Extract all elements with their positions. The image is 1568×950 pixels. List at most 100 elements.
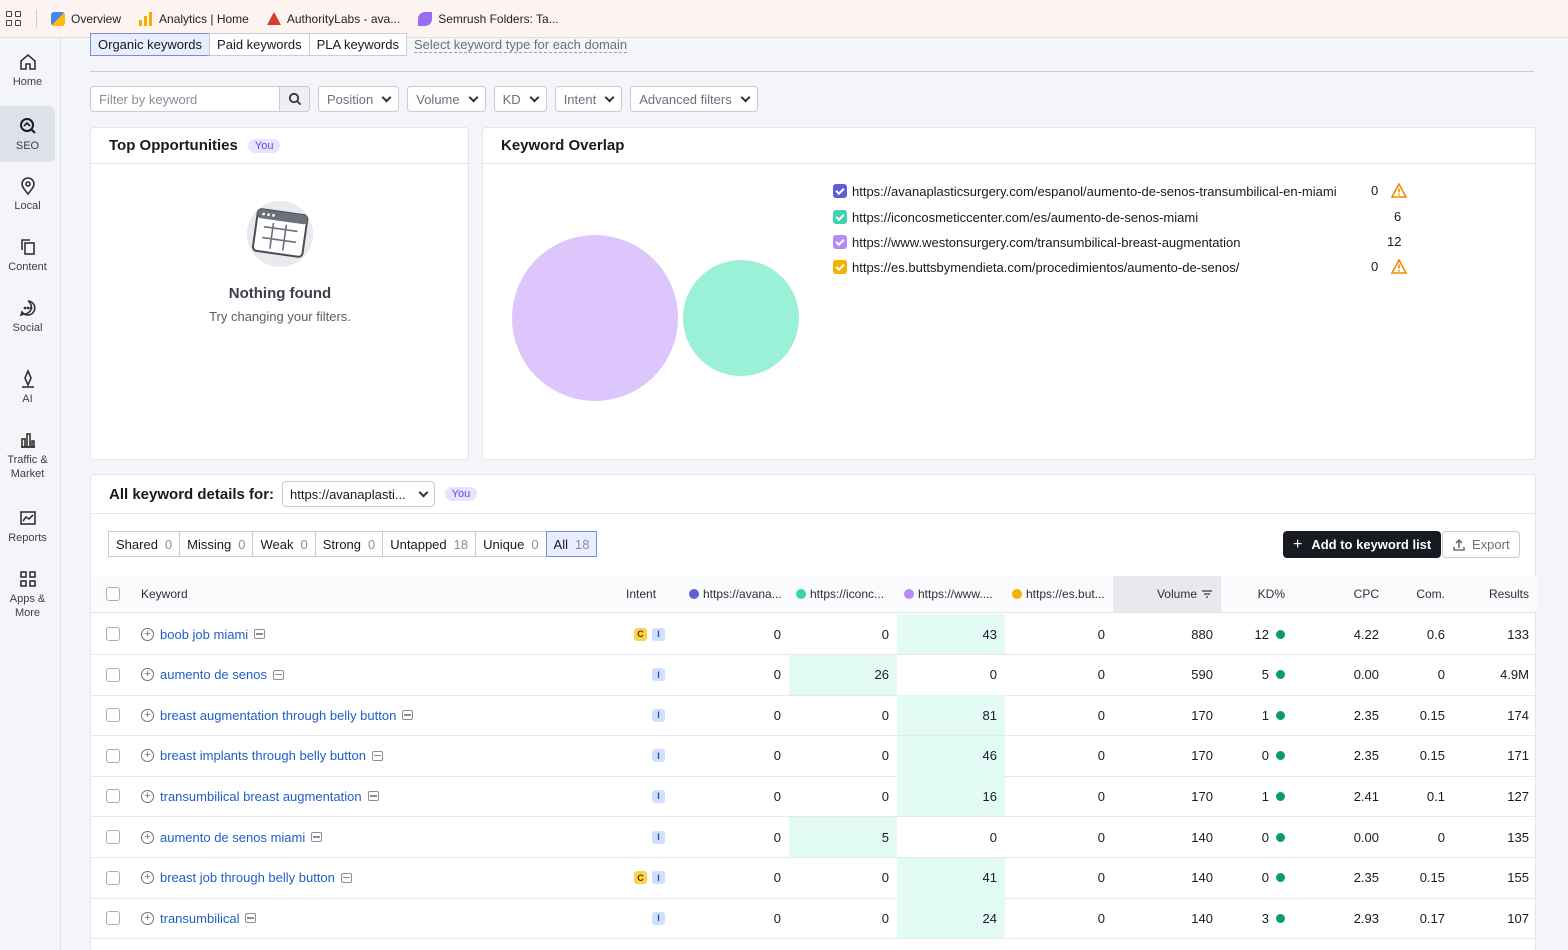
row-checkbox[interactable] (106, 748, 120, 763)
domain-select-dropdown[interactable]: https://avanaplasti... (282, 481, 435, 507)
serp-features-icon[interactable] (272, 669, 284, 680)
row-checkbox[interactable] (106, 911, 120, 926)
bookmark-semrush-folders[interactable]: Semrush Folders: Ta... (418, 11, 559, 26)
col-kd[interactable]: KD% (1221, 576, 1285, 612)
tab-all[interactable]: All 18 (545, 531, 598, 557)
bookmark-label: AuthorityLabs - ava... (286, 11, 401, 26)
legend-domain-2[interactable]: https://iconcosmeticcenter.com/es/aument… (833, 207, 1198, 227)
add-keyword-icon[interactable]: + (141, 871, 154, 885)
add-to-keyword-list-button[interactable]: + Add to keyword list (1283, 531, 1442, 558)
tab-pla-keywords[interactable]: PLA keywords (308, 33, 407, 56)
intent-badge[interactable]: I (652, 871, 665, 885)
intent-badge[interactable]: I (652, 830, 665, 844)
tab-organic-keywords[interactable]: Organic keywords (90, 33, 211, 56)
checkbox-checked-icon[interactable] (833, 210, 847, 224)
keyword-link[interactable]: transumbilical breast augmentation (160, 789, 362, 804)
sidebar-item-apps-more[interactable]: Apps & More (0, 569, 55, 623)
intent-badge[interactable]: I (652, 789, 665, 803)
export-button[interactable]: Export (1442, 531, 1520, 558)
bookmark-authoritylabs[interactable]: AuthorityLabs - ava... (266, 11, 401, 26)
serp-features-icon[interactable] (254, 629, 266, 639)
legend-domain-4[interactable]: https://es.buttsbymendieta.com/procedimi… (833, 257, 1239, 277)
keyword-link[interactable]: transumbilical (160, 911, 239, 926)
sidebar-item-local[interactable]: Local (0, 176, 55, 220)
col-domain-1[interactable]: https://avana... (689, 576, 782, 612)
intent-badge[interactable]: C (634, 871, 647, 885)
tab-shared[interactable]: Shared 0 (108, 531, 181, 557)
add-keyword-icon[interactable]: + (141, 789, 154, 803)
bookmark-overview[interactable]: Overview (51, 11, 121, 26)
serp-features-icon[interactable] (245, 913, 257, 924)
col-intent[interactable]: Intent (626, 576, 656, 612)
select-all-checkbox[interactable] (106, 587, 120, 601)
keyword-link[interactable]: boob job miami (160, 627, 248, 642)
row-checkbox[interactable] (106, 708, 120, 723)
intent-filter-dropdown[interactable]: Intent (554, 86, 623, 112)
serp-features-icon[interactable] (371, 750, 383, 761)
serp-features-icon[interactable] (367, 791, 379, 802)
keyword-link[interactable]: breast implants through belly button (160, 748, 366, 763)
tab-strong[interactable]: Strong 0 (314, 531, 384, 557)
row-checkbox[interactable] (106, 830, 120, 844)
sidebar-item-traffic-market[interactable]: Traffic & Market (0, 430, 55, 484)
col-domain-2[interactable]: https://iconc... (796, 576, 884, 612)
sidebar-item-ai[interactable]: AI (0, 369, 55, 413)
intent-badge[interactable]: I (652, 668, 665, 682)
legend-domain-1[interactable]: https://avanaplasticsurgery.com/espanol/… (833, 181, 1337, 201)
checkbox-checked-icon[interactable] (833, 184, 847, 198)
kd-filter-dropdown[interactable]: KD (493, 86, 547, 112)
col-com[interactable]: Com. (1391, 576, 1445, 612)
checkbox-checked-icon[interactable] (833, 260, 847, 274)
row-checkbox[interactable] (106, 870, 120, 885)
row-checkbox[interactable] (106, 667, 120, 682)
filter-search-button[interactable] (280, 86, 310, 112)
row-checkbox[interactable] (106, 789, 120, 804)
col-domain-3[interactable]: https://www.... (904, 576, 993, 612)
serp-features-icon[interactable] (340, 872, 352, 883)
intent-badge[interactable]: I (652, 911, 665, 925)
sidebar-item-seo[interactable]: SEO (0, 106, 55, 162)
legend-domain-3[interactable]: https://www.westonsurgery.com/transumbil… (833, 232, 1240, 252)
tab-count: 0 (164, 536, 173, 552)
tab-untapped[interactable]: Untapped 18 (382, 531, 477, 557)
intent-badge[interactable]: C (634, 627, 647, 641)
intent-badge[interactable]: I (652, 708, 665, 722)
keyword-link[interactable]: breast job through belly button (160, 870, 335, 885)
keyword-type-hint-link[interactable]: Select keyword type for each domain (413, 37, 628, 53)
sidebar-item-home[interactable]: Home (0, 52, 55, 96)
sidebar-item-reports[interactable]: Reports (0, 508, 55, 552)
tab-paid-keywords[interactable]: Paid keywords (209, 33, 310, 56)
add-keyword-icon[interactable]: + (141, 708, 154, 722)
intent-badge[interactable]: I (652, 749, 665, 763)
tab-unique[interactable]: Unique 0 (475, 531, 547, 557)
col-cpc[interactable]: CPC (1311, 576, 1379, 612)
keyword-link[interactable]: aumento de senos miami (160, 830, 305, 845)
tab-weak[interactable]: Weak 0 (252, 531, 316, 557)
add-keyword-icon[interactable]: + (141, 911, 154, 925)
sidebar-item-social[interactable]: Social (0, 298, 55, 342)
add-keyword-icon[interactable]: + (141, 627, 154, 641)
add-keyword-icon[interactable]: + (141, 749, 154, 763)
keyword-link[interactable]: breast augmentation through belly button (160, 708, 396, 723)
serp-features-icon[interactable] (402, 710, 414, 721)
sidebar-item-content[interactable]: Content (0, 237, 55, 281)
keyword-filter-input[interactable]: Filter by keyword (90, 86, 280, 112)
col-results[interactable]: Results (1451, 576, 1529, 612)
col-domain-4[interactable]: https://es.but... (1012, 576, 1105, 612)
apps-grid-icon[interactable] (6, 10, 22, 27)
add-keyword-icon[interactable]: + (141, 830, 154, 844)
position-filter-dropdown[interactable]: Position (318, 86, 400, 112)
bookmark-analytics[interactable]: Analytics | Home (139, 11, 249, 26)
intent-badge[interactable]: I (652, 627, 665, 641)
checkbox-checked-icon[interactable] (833, 235, 847, 249)
advanced-filters-dropdown[interactable]: Advanced filters (630, 86, 758, 112)
serp-features-icon[interactable] (311, 832, 323, 842)
col-volume[interactable]: Volume (1113, 576, 1221, 612)
tab-missing[interactable]: Missing 0 (179, 531, 254, 557)
empty-state-subtitle: Try changing your filters. (209, 309, 351, 324)
row-checkbox[interactable] (106, 627, 120, 641)
col-keyword[interactable]: Keyword (141, 576, 188, 612)
add-keyword-icon[interactable]: + (141, 668, 154, 682)
volume-filter-dropdown[interactable]: Volume (407, 86, 486, 112)
keyword-link[interactable]: aumento de senos (160, 667, 267, 682)
